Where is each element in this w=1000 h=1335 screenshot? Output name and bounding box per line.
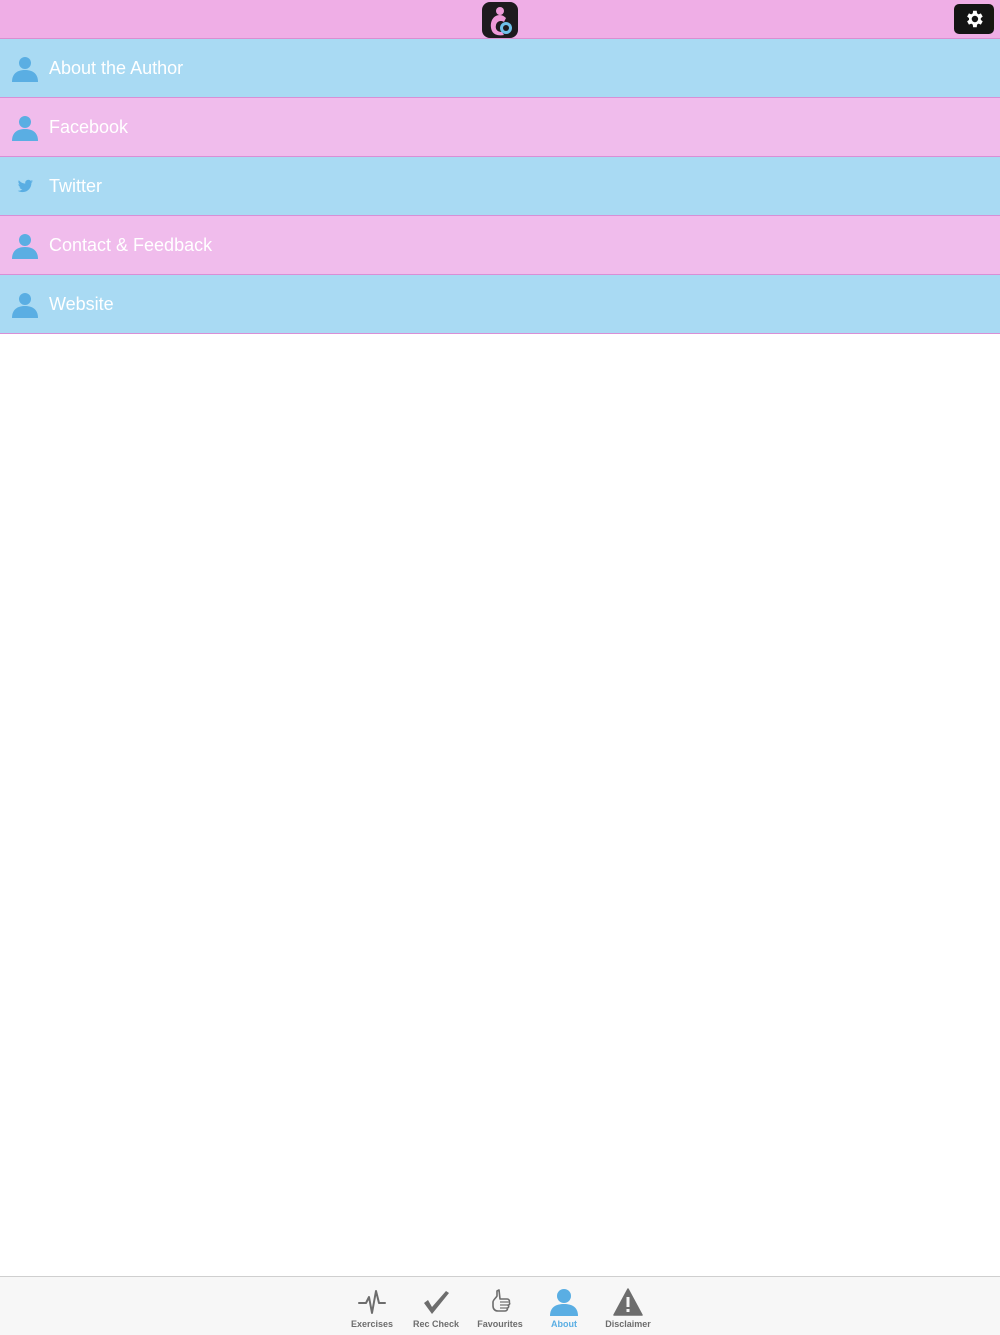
menu-item-label: Website [49,294,114,314]
menu-item-label: Facebook [49,117,129,137]
twitter-bird-icon [17,179,33,193]
tab-about[interactable]: About [532,1277,596,1335]
menu-item-contact-feedback[interactable]: Contact & Feedback [0,216,1000,275]
tab-rec-check[interactable]: Rec Check [404,1277,468,1335]
checkmark-icon [424,1291,449,1314]
menu-item-label: Twitter [49,176,103,196]
person-icon [12,116,38,141]
person-icon [550,1289,578,1316]
menu-item-label: Contact & Feedback [49,235,213,255]
person-icon [12,234,38,259]
menu-item-about-the-author[interactable]: About the Author [0,39,1000,98]
top-bar [0,0,1000,39]
app-logo-icon [482,2,518,38]
tab-label: Favourites [477,1319,523,1329]
settings-button[interactable] [954,4,994,34]
menu-item-twitter[interactable]: Twitter [0,157,1000,216]
menu-item-label: About the Author [49,58,184,78]
menu-item-facebook[interactable]: Facebook [0,98,1000,157]
about-menu-list: About the Author Facebook Twitter Contac… [0,39,1000,334]
tab-exercises[interactable]: Exercises [340,1277,404,1335]
tab-label: About [551,1319,577,1329]
tab-bar: Exercises Rec Check Favourites About Dis… [0,1276,1000,1335]
person-icon [12,57,38,82]
person-icon [12,293,38,318]
tab-disclaimer[interactable]: Disclaimer [596,1277,660,1335]
tab-label: Disclaimer [605,1319,651,1329]
warning-icon [613,1288,643,1316]
thumbs-up-icon [492,1289,511,1312]
gear-icon [967,10,983,28]
pulse-icon [358,1290,386,1314]
tab-label: Rec Check [412,1319,460,1329]
tab-label: Exercises [350,1319,394,1329]
tab-favourites[interactable]: Favourites [468,1277,532,1335]
menu-item-website[interactable]: Website [0,275,1000,334]
